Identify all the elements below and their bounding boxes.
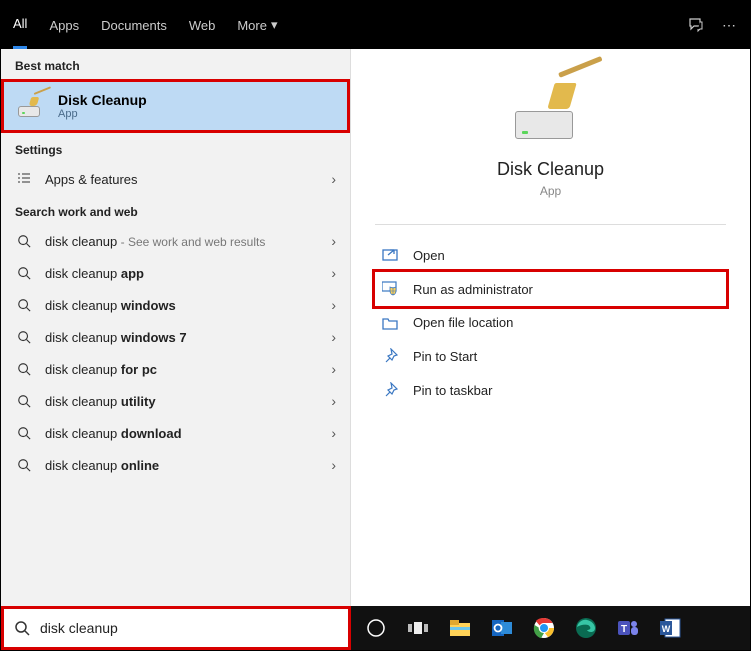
- action-run-as-administrator[interactable]: Run as administrator: [372, 269, 729, 309]
- topbar-right-icons: ⋯: [688, 17, 738, 34]
- settings-item-label: Apps & features: [45, 172, 138, 187]
- search-icon: [15, 426, 33, 440]
- search-icon: [15, 458, 33, 472]
- tab-all[interactable]: All: [13, 1, 27, 49]
- feedback-icon[interactable]: [688, 17, 704, 34]
- chevron-right-icon: ›: [331, 233, 336, 249]
- suggestion-item[interactable]: disk cleanup for pc ›: [1, 353, 350, 385]
- preview-subtitle: App: [540, 184, 561, 198]
- chevron-right-icon: ›: [331, 329, 336, 345]
- results-left-pane: Best match Disk Cleanup App Settings App…: [1, 49, 351, 606]
- best-match-subtitle: App: [58, 108, 147, 120]
- taskbar: T W: [351, 606, 750, 650]
- suggestion-item[interactable]: disk cleanup online ›: [1, 449, 350, 481]
- separator: [375, 224, 726, 225]
- chevron-right-icon: ›: [331, 265, 336, 281]
- tab-web[interactable]: Web: [189, 1, 216, 49]
- tab-more[interactable]: More ▾: [237, 1, 277, 49]
- chevron-right-icon: ›: [331, 297, 336, 313]
- chevron-right-icon: ›: [331, 457, 336, 473]
- search-icon: [15, 362, 33, 376]
- suggestion-text: disk cleanup windows: [45, 298, 176, 313]
- best-match-title: Disk Cleanup: [58, 92, 147, 108]
- search-icon: [15, 330, 33, 344]
- chevron-right-icon: ›: [331, 361, 336, 377]
- search-box[interactable]: [1, 606, 351, 650]
- tab-documents[interactable]: Documents: [101, 1, 167, 49]
- chevron-down-icon: ▾: [271, 17, 278, 33]
- settings-item-apps-features[interactable]: Apps & features ›: [1, 163, 350, 195]
- search-input[interactable]: [40, 620, 338, 636]
- pin-icon: [381, 348, 399, 364]
- search-icon: [15, 266, 33, 280]
- suggestion-item[interactable]: disk cleanup - See work and web results ›: [1, 225, 350, 257]
- tab-more-label: More: [237, 18, 267, 33]
- suggestion-text: disk cleanup download: [45, 426, 182, 441]
- best-match-header: Best match: [1, 49, 350, 79]
- action-label: Pin to Start: [413, 349, 477, 364]
- action-label: Pin to taskbar: [413, 383, 493, 398]
- outlook-icon[interactable]: [483, 611, 521, 645]
- action-open-file-location[interactable]: Open file location: [375, 306, 726, 339]
- file-explorer-icon[interactable]: [441, 611, 479, 645]
- action-pin-to-start[interactable]: Pin to Start: [375, 339, 726, 373]
- teams-icon[interactable]: T: [609, 611, 647, 645]
- word-icon[interactable]: W: [651, 611, 689, 645]
- action-label: Open file location: [413, 315, 513, 330]
- open-icon: [381, 249, 399, 263]
- suggestion-text: disk cleanup app: [45, 266, 144, 281]
- action-pin-to-taskbar[interactable]: Pin to taskbar: [375, 373, 726, 407]
- folder-icon: [381, 316, 399, 330]
- suggestion-item[interactable]: disk cleanup windows ›: [1, 289, 350, 321]
- settings-header: Settings: [1, 133, 350, 163]
- preview-actions: Open Run as administrator Open file locati…: [375, 239, 726, 407]
- disk-cleanup-icon: [18, 95, 46, 117]
- search-icon: [14, 620, 30, 636]
- action-open[interactable]: Open: [375, 239, 726, 272]
- suggestion-text: disk cleanup windows 7: [45, 330, 187, 345]
- cortana-icon[interactable]: [357, 611, 395, 645]
- search-icon: [15, 394, 33, 408]
- best-match-text: Disk Cleanup App: [58, 92, 147, 120]
- taskview-icon[interactable]: [399, 611, 437, 645]
- suggestion-text: disk cleanup - See work and web results: [45, 234, 265, 249]
- bottom-bar: T W: [1, 606, 750, 650]
- disk-cleanup-icon: [511, 77, 591, 141]
- suggestion-item[interactable]: disk cleanup app ›: [1, 257, 350, 289]
- search-icon: [15, 234, 33, 248]
- chevron-right-icon: ›: [331, 425, 336, 441]
- svg-text:W: W: [662, 624, 671, 634]
- filter-tabs: All Apps Documents Web More ▾: [13, 1, 278, 49]
- action-label: Run as administrator: [413, 282, 533, 297]
- shield-icon: [381, 281, 399, 297]
- edge-icon[interactable]: [567, 611, 605, 645]
- suggestion-item[interactable]: disk cleanup download ›: [1, 417, 350, 449]
- tab-apps[interactable]: Apps: [49, 1, 79, 49]
- svg-text:T: T: [621, 624, 627, 635]
- search-filter-bar: All Apps Documents Web More ▾ ⋯: [1, 1, 750, 49]
- best-match-item[interactable]: Disk Cleanup App: [1, 79, 350, 133]
- search-web-header: Search work and web: [1, 195, 350, 225]
- search-icon: [15, 298, 33, 312]
- suggestion-text: disk cleanup online: [45, 458, 159, 473]
- apps-features-icon: [15, 171, 33, 187]
- suggestion-item[interactable]: disk cleanup utility ›: [1, 385, 350, 417]
- search-results-area: Best match Disk Cleanup App Settings App…: [1, 49, 750, 606]
- chevron-right-icon: ›: [331, 393, 336, 409]
- preview-pane: Disk Cleanup App Open Run as administrato…: [351, 49, 750, 606]
- suggestion-item[interactable]: disk cleanup windows 7 ›: [1, 321, 350, 353]
- suggestion-list: disk cleanup - See work and web results ›…: [1, 225, 350, 481]
- chrome-icon[interactable]: [525, 611, 563, 645]
- more-options-icon[interactable]: ⋯: [722, 17, 738, 34]
- chevron-right-icon: ›: [331, 171, 336, 187]
- preview-title: Disk Cleanup: [497, 159, 604, 180]
- pin-icon: [381, 382, 399, 398]
- action-label: Open: [413, 248, 445, 263]
- suggestion-text: disk cleanup utility: [45, 394, 156, 409]
- suggestion-text: disk cleanup for pc: [45, 362, 157, 377]
